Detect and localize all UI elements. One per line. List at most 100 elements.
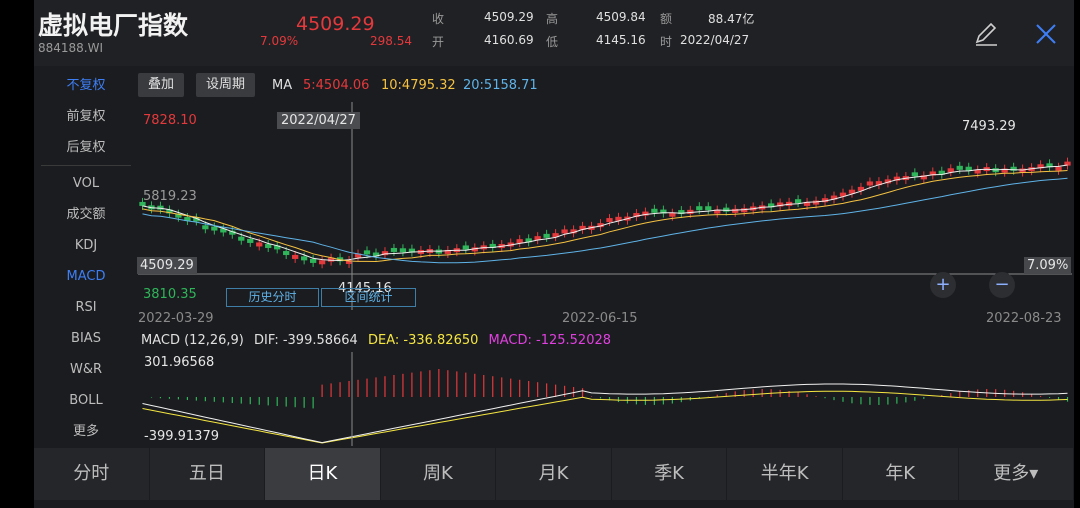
tab-daily-k[interactable]: 日K bbox=[265, 448, 381, 500]
candle-body bbox=[399, 248, 407, 253]
candle-body bbox=[309, 258, 317, 263]
time-label: 时 bbox=[660, 35, 673, 49]
high-label: 高 bbox=[546, 12, 559, 26]
overlay-button[interactable]: 叠加 bbox=[138, 73, 185, 97]
candle-body bbox=[543, 233, 550, 238]
amount-label: 额 bbox=[660, 12, 673, 26]
index-title: 虚拟电厂指数 bbox=[38, 11, 189, 40]
close-label: 收 bbox=[432, 12, 445, 26]
candle-body bbox=[363, 250, 371, 255]
tab-weekly-k[interactable]: 周K bbox=[381, 448, 497, 500]
ma20-value: 20:5158.71 bbox=[463, 78, 538, 93]
ma-label: MA bbox=[272, 78, 293, 93]
edit-icon[interactable] bbox=[972, 20, 1000, 48]
crosshair-price-label: 4509.29 bbox=[137, 257, 197, 274]
ma5-value: 5:4504.06 bbox=[303, 78, 370, 93]
sidebar-item-vol[interactable]: VOL bbox=[34, 168, 138, 199]
ma10-line bbox=[142, 170, 1068, 263]
ma20-line bbox=[142, 177, 1068, 264]
candle-body bbox=[866, 181, 874, 186]
sidebar-item-wr[interactable]: W&R bbox=[34, 354, 138, 385]
candle-body bbox=[812, 200, 820, 205]
high-point-label: 7493.29 bbox=[962, 119, 1016, 134]
range-statistics-button[interactable]: 区间统计 bbox=[321, 288, 416, 307]
open-label: 开 bbox=[432, 35, 445, 49]
macd-chart[interactable] bbox=[138, 352, 1072, 446]
macd-title: MACD (12,26,9) bbox=[141, 333, 244, 348]
zoom-out-button[interactable]: − bbox=[989, 272, 1015, 298]
candle-body bbox=[238, 236, 245, 241]
zoom-in-button[interactable]: + bbox=[930, 272, 956, 298]
sidebar-divider bbox=[41, 165, 131, 166]
candle-body bbox=[292, 254, 299, 259]
candle-body bbox=[301, 256, 308, 261]
dea-line bbox=[142, 390, 1068, 444]
candle-body bbox=[283, 251, 290, 256]
candle-body bbox=[247, 238, 254, 243]
x-axis-date-end: 2022-08-23 bbox=[986, 311, 1062, 326]
candle-body bbox=[318, 260, 326, 265]
tab-five-day[interactable]: 五日 bbox=[150, 448, 266, 500]
history-timeshare-button[interactable]: 历史分时 bbox=[226, 288, 319, 307]
indicator-sidebar: 不复权 前复权 后复权 VOL 成交额 KDJ MACD RSI BIAS W&… bbox=[34, 70, 138, 447]
open-value: 4160.69 bbox=[484, 33, 534, 47]
sidebar-item-backward-adjust[interactable]: 后复权 bbox=[34, 132, 138, 163]
price-axis-max: 7828.10 bbox=[143, 113, 197, 128]
tab-timeshare[interactable]: 分时 bbox=[34, 448, 150, 500]
candle-body bbox=[606, 218, 613, 223]
tab-yearly-k[interactable]: 年K bbox=[843, 448, 959, 500]
x-axis-date-mid: 2022-06-15 bbox=[562, 311, 638, 326]
macd-value: MACD: -125.52028 bbox=[488, 333, 612, 348]
current-price: 4509.29 bbox=[296, 13, 375, 35]
app-frame: 虚拟电厂指数 884188.WI 4509.29 7.09% 298.54 收 … bbox=[34, 0, 1075, 508]
tab-more[interactable]: 更多▾ bbox=[959, 448, 1075, 500]
crosshair-date-label: 2022/04/27 bbox=[277, 112, 360, 129]
amount-value: 88.47亿 bbox=[708, 12, 755, 26]
candle-body bbox=[516, 239, 523, 244]
tab-quarterly-k[interactable]: 季K bbox=[612, 448, 728, 500]
candle-body bbox=[956, 165, 963, 170]
candle-body bbox=[202, 225, 209, 230]
x-axis-date-start: 2022-03-29 bbox=[138, 311, 214, 326]
sidebar-item-macd[interactable]: MACD bbox=[34, 261, 138, 292]
candle-body bbox=[1055, 166, 1062, 171]
dif-line bbox=[142, 383, 1068, 444]
set-period-button[interactable]: 设周期 bbox=[196, 73, 256, 97]
sidebar-item-boll[interactable]: BOLL bbox=[34, 385, 138, 416]
candle-body bbox=[651, 208, 658, 213]
sidebar-item-bias[interactable]: BIAS bbox=[34, 323, 138, 354]
candle-body bbox=[696, 206, 703, 211]
candle-body bbox=[390, 247, 398, 252]
macd-axis-max: 301.96568 bbox=[144, 355, 215, 370]
ma10-value: 10:4795.32 bbox=[381, 78, 456, 93]
low-label: 低 bbox=[546, 35, 559, 49]
high-value: 4509.84 bbox=[596, 10, 646, 24]
candle-body bbox=[462, 245, 469, 250]
candle-body bbox=[794, 199, 802, 204]
sidebar-item-kdj[interactable]: KDJ bbox=[34, 230, 138, 261]
sidebar-item-forward-adjust[interactable]: 前复权 bbox=[34, 101, 138, 132]
tab-half-year-k[interactable]: 半年K bbox=[727, 448, 843, 500]
change-amount: 298.54 bbox=[370, 34, 412, 48]
candle-body bbox=[211, 226, 218, 231]
low-value: 4145.16 bbox=[596, 33, 646, 47]
sidebar-item-rsi[interactable]: RSI bbox=[34, 292, 138, 323]
period-tabs: 分时 五日 日K 周K 月K 季K 半年K 年K 更多▾ bbox=[34, 448, 1075, 500]
ma5-line bbox=[142, 164, 1068, 262]
sidebar-item-turnover[interactable]: 成交额 bbox=[34, 199, 138, 230]
tab-monthly-k[interactable]: 月K bbox=[496, 448, 612, 500]
candle-body bbox=[1019, 168, 1026, 173]
close-icon[interactable] bbox=[1032, 20, 1060, 48]
candle-body bbox=[741, 208, 748, 213]
macd-header: MACD (12,26,9) DIF: -399.58664 DEA: -336… bbox=[141, 333, 611, 348]
crosshair-percent-label: 7.09% bbox=[1024, 257, 1072, 274]
macd-dea: DEA: -336.82650 bbox=[367, 333, 479, 348]
close-value: 4509.29 bbox=[484, 10, 534, 24]
candle-body bbox=[911, 172, 918, 177]
sidebar-item-no-adjust[interactable]: 不复权 bbox=[34, 70, 138, 101]
price-axis-min: 3810.35 bbox=[143, 287, 197, 302]
candle-body bbox=[561, 229, 568, 234]
candle-body bbox=[732, 208, 739, 213]
macd-dif: DIF: -399.58664 bbox=[254, 333, 358, 348]
sidebar-item-more[interactable]: 更多 bbox=[34, 416, 138, 447]
